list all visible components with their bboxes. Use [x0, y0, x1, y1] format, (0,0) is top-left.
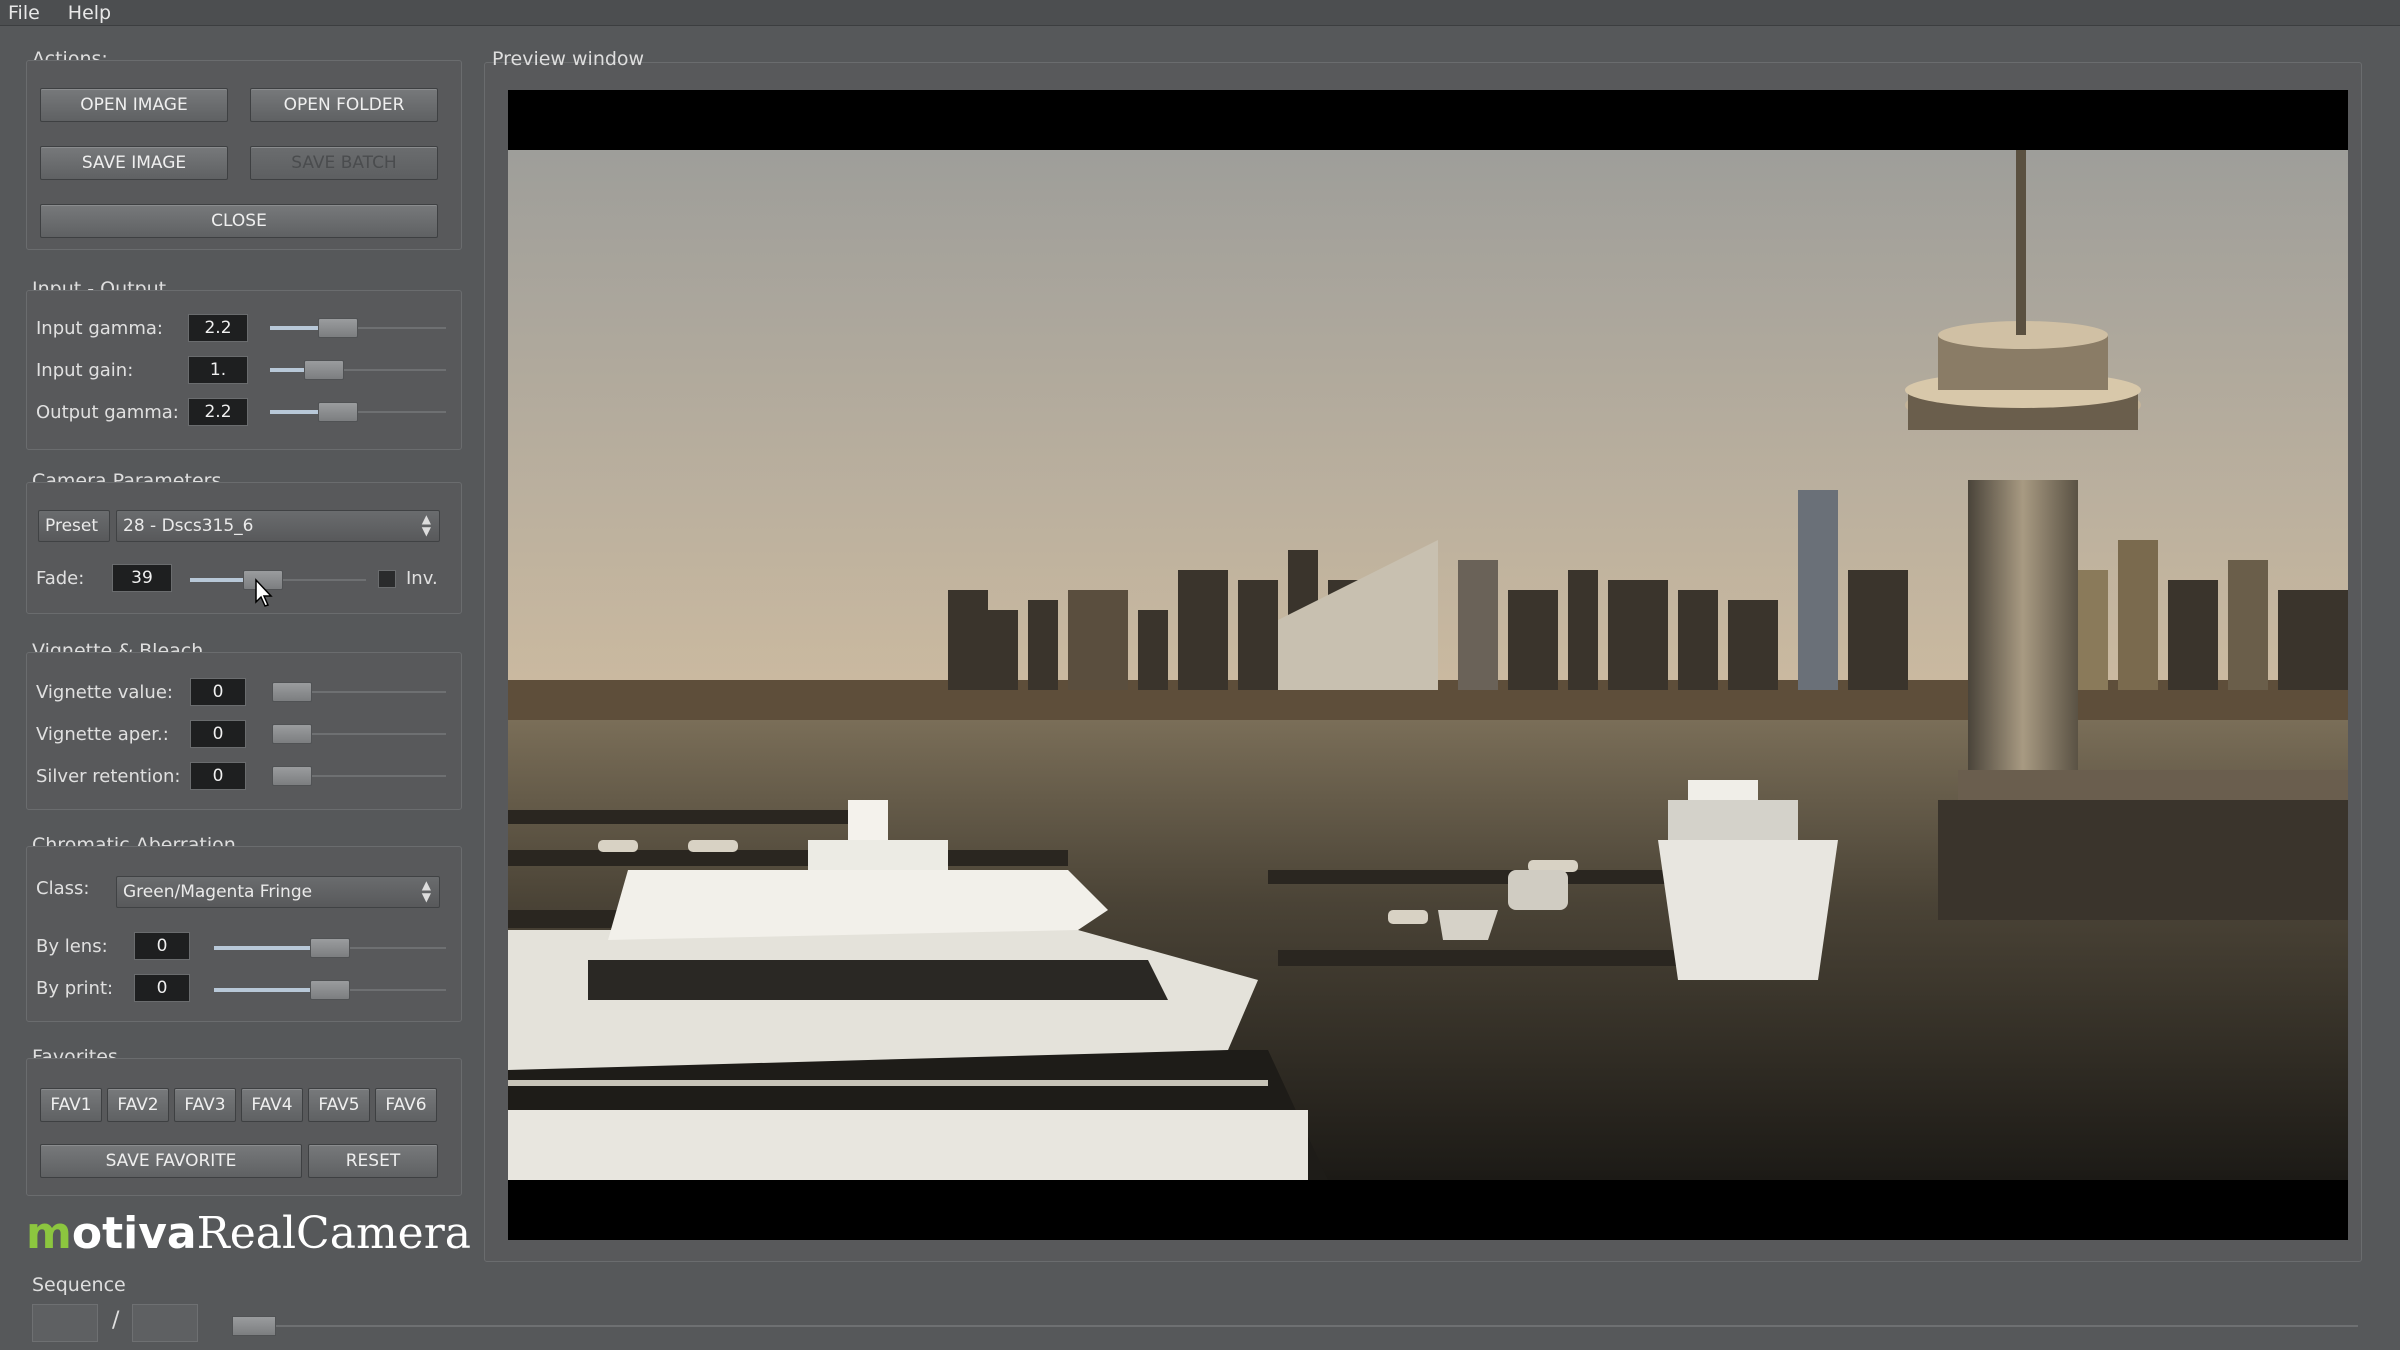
inv-label: Inv. — [406, 568, 438, 589]
spinner-arrows-icon: ▲ ▼ — [421, 878, 431, 904]
output-gamma-field[interactable]: 2.2 — [188, 398, 248, 426]
logo-m: m — [26, 1208, 72, 1259]
fav2-button[interactable]: FAV2 — [107, 1088, 169, 1122]
fade-slider[interactable] — [190, 570, 366, 590]
open-image-button[interactable]: OPEN IMAGE — [40, 88, 228, 122]
inv-checkbox[interactable] — [378, 570, 396, 588]
input-gamma-label: Input gamma: — [36, 318, 163, 339]
sequence-title: Sequence — [32, 1274, 126, 1296]
slider-handle[interactable] — [310, 980, 350, 1000]
preset-select[interactable]: 28 - Dscs315_6 ▲ ▼ — [116, 510, 440, 542]
class-value: Green/Magenta Fringe — [123, 882, 313, 902]
sequence-end-field[interactable] — [132, 1304, 198, 1342]
menu-file[interactable]: File — [8, 2, 40, 24]
by-lens-field[interactable]: 0 — [134, 932, 190, 960]
silver-retention-label: Silver retention: — [36, 766, 181, 787]
by-lens-label: By lens: — [36, 936, 108, 957]
camera-group — [26, 482, 462, 614]
input-gamma-field[interactable]: 2.2 — [188, 314, 248, 342]
save-batch-button[interactable]: SAVE BATCH — [250, 146, 438, 180]
class-select[interactable]: Green/Magenta Fringe ▲ ▼ — [116, 876, 440, 908]
fade-label: Fade: — [36, 568, 85, 589]
sequence-start-field[interactable] — [32, 1304, 98, 1342]
marina-render-image — [508, 150, 2348, 1180]
vignette-aper-slider[interactable] — [272, 724, 446, 744]
output-gamma-label: Output gamma: — [36, 402, 179, 423]
open-folder-button[interactable]: OPEN FOLDER — [250, 88, 438, 122]
motiva-realcamera-logo: motivaRealCamera — [26, 1208, 471, 1259]
slider-handle[interactable] — [317, 402, 358, 422]
fav1-button[interactable]: FAV1 — [40, 1088, 102, 1122]
slider-handle[interactable] — [317, 318, 358, 338]
logo-realcamera: RealCamera — [196, 1208, 471, 1259]
slider-handle[interactable] — [272, 682, 312, 702]
output-gamma-slider[interactable] — [270, 402, 446, 422]
sequence-slider[interactable] — [232, 1316, 2358, 1336]
fav6-button[interactable]: FAV6 — [375, 1088, 437, 1122]
spinner-arrows-icon: ▲ ▼ — [421, 512, 431, 538]
by-print-label: By print: — [36, 978, 114, 999]
menu-help[interactable]: Help — [68, 2, 111, 24]
by-print-slider[interactable] — [214, 980, 446, 1000]
class-label: Class: — [36, 878, 90, 899]
fade-field[interactable]: 39 — [112, 564, 172, 592]
vignette-value-field[interactable]: 0 — [190, 678, 246, 706]
vignette-value-slider[interactable] — [272, 682, 446, 702]
preset-label: Preset — [38, 510, 110, 542]
slider-handle[interactable] — [272, 766, 312, 786]
input-gain-slider[interactable] — [270, 360, 446, 380]
by-lens-slider[interactable] — [214, 938, 446, 958]
reset-button[interactable]: RESET — [308, 1144, 438, 1178]
vignette-aper-field[interactable]: 0 — [190, 720, 246, 748]
vignette-aper-label: Vignette aper.: — [36, 724, 169, 745]
close-button[interactable]: CLOSE — [40, 204, 438, 238]
menu-bar: File Help — [0, 0, 2400, 26]
fav5-button[interactable]: FAV5 — [308, 1088, 370, 1122]
fav3-button[interactable]: FAV3 — [174, 1088, 236, 1122]
mouse-cursor-icon — [255, 578, 273, 607]
save-image-button[interactable]: SAVE IMAGE — [40, 146, 228, 180]
preview-title: Preview window — [492, 48, 645, 70]
input-gamma-slider[interactable] — [270, 318, 446, 338]
slider-handle[interactable] — [272, 724, 312, 744]
input-gain-label: Input gain: — [36, 360, 134, 381]
preset-value: 28 - Dscs315_6 — [123, 516, 254, 536]
preview-image — [508, 150, 2348, 1180]
silver-retention-field[interactable]: 0 — [190, 762, 246, 790]
sequence-separator: / — [112, 1308, 120, 1333]
logo-motiva: otiva — [71, 1208, 197, 1259]
slider-handle[interactable] — [304, 360, 344, 380]
slider-handle[interactable] — [310, 938, 350, 958]
vignette-value-label: Vignette value: — [36, 682, 173, 703]
by-print-field[interactable]: 0 — [134, 974, 190, 1002]
silver-retention-slider[interactable] — [272, 766, 446, 786]
sequence-slider-handle[interactable] — [232, 1316, 276, 1336]
save-favorite-button[interactable]: SAVE FAVORITE — [40, 1144, 302, 1178]
fav4-button[interactable]: FAV4 — [241, 1088, 303, 1122]
input-gain-field[interactable]: 1. — [188, 356, 248, 384]
